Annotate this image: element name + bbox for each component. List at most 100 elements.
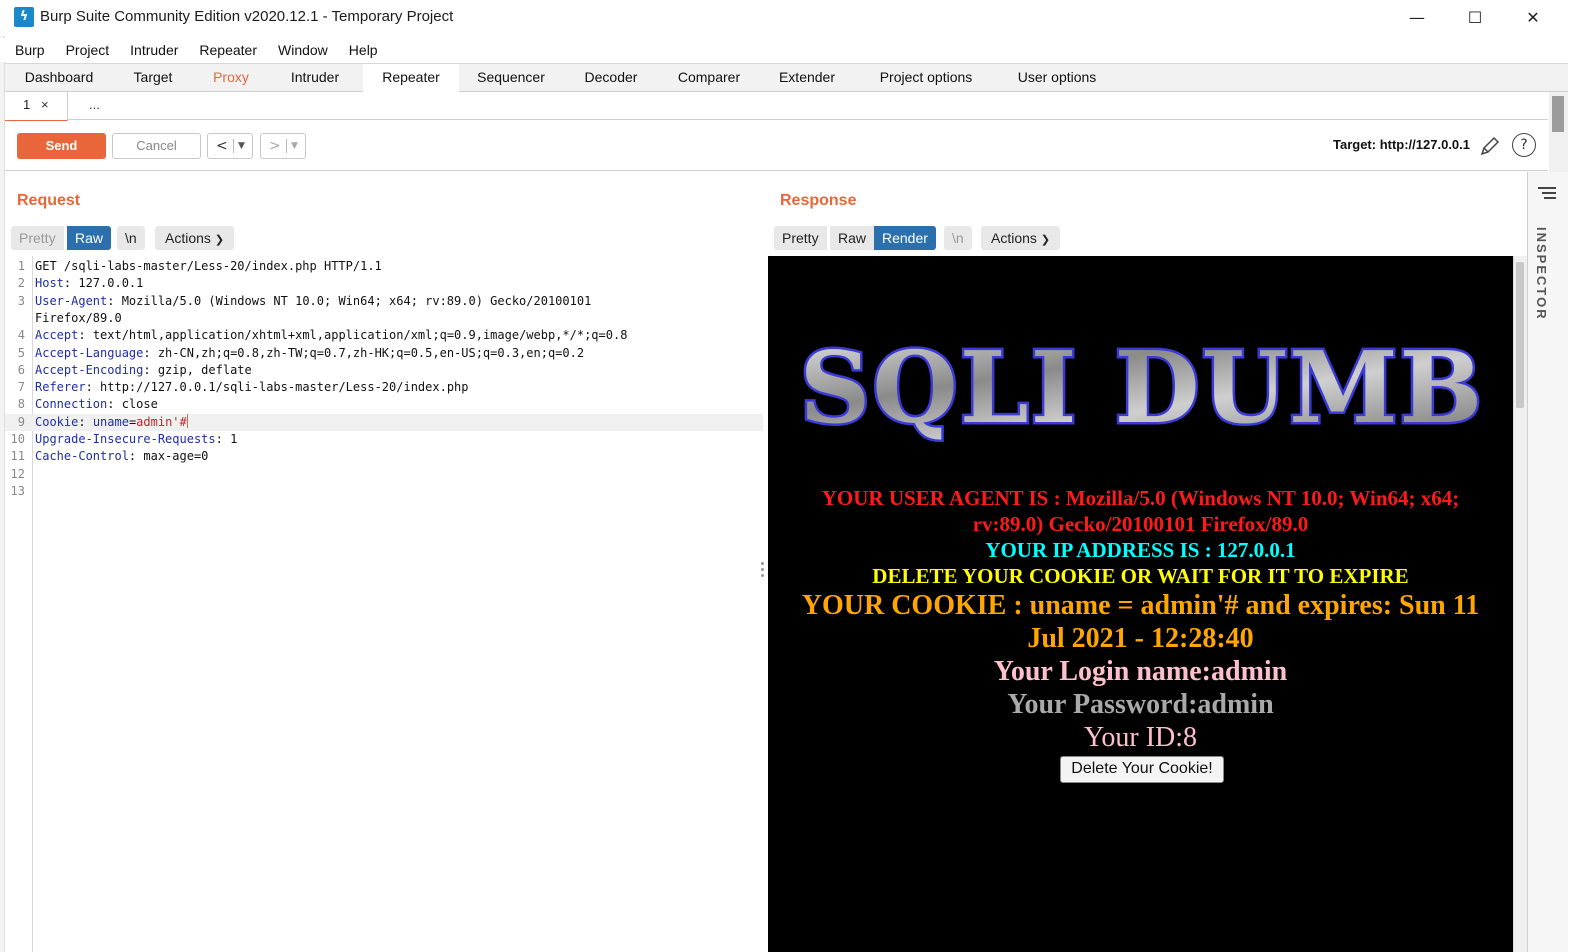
- inspector-panel[interactable]: INSPECTOR: [1527, 172, 1568, 952]
- request-view-raw[interactable]: Raw: [67, 226, 112, 250]
- line-value: gzip, deflate: [157, 362, 252, 377]
- line-text: Cache-Control: max-age=0: [35, 448, 208, 465]
- cancel-button[interactable]: Cancel: [112, 133, 201, 159]
- request-newline-toggle[interactable]: \n: [117, 226, 145, 250]
- repeater-tab-1[interactable]: 1 ×: [5, 92, 68, 122]
- pencil-icon[interactable]: [1478, 134, 1502, 158]
- menu-help[interactable]: Help: [349, 38, 378, 62]
- line-text: Connection: close: [35, 396, 158, 413]
- header-separator: :: [143, 362, 158, 377]
- menu-bar: Burp Project Intruder Repeater Window Help: [0, 38, 1568, 62]
- line-text: GET /sqli-labs-master/Less-20/index.php …: [35, 258, 382, 275]
- response-newline-toggle[interactable]: \n: [944, 226, 972, 250]
- back-arrow-icon: <: [216, 138, 228, 154]
- line-value: 127.0.0.1: [78, 276, 144, 291]
- line-number: 4: [17, 328, 25, 343]
- request-title: Request: [17, 192, 81, 209]
- line-number: 13: [10, 483, 25, 498]
- tab-dashboard[interactable]: Dashboard: [5, 64, 113, 92]
- line-value: Firefox/89.0: [35, 310, 122, 325]
- menu-intruder[interactable]: Intruder: [130, 38, 178, 62]
- ip-address-line: YOUR IP ADDRESS IS : 127.0.0.1: [985, 538, 1296, 562]
- inspector-label[interactable]: INSPECTOR: [1534, 227, 1549, 321]
- line-text: Referer: http://127.0.0.1/sqli-labs-mast…: [35, 379, 469, 396]
- line-number: 9: [17, 414, 25, 429]
- actions-label: Actions: [165, 230, 211, 246]
- line-number: 2: [17, 276, 25, 291]
- repeater-tab-bar: 1 × ...: [5, 92, 1548, 122]
- line-value: http://127.0.0.1/sqli-labs-master/Less-2…: [100, 380, 469, 395]
- line-text: Accept-Language: zh-CN,zh;q=0.8,zh-TW;q=…: [35, 345, 584, 362]
- tab-extender[interactable]: Extender: [761, 64, 853, 92]
- response-view-render[interactable]: Render: [874, 226, 936, 250]
- minimize-button[interactable]: —: [1394, 4, 1440, 32]
- response-title: Response: [780, 192, 857, 209]
- request-line: 1 GET /sqli-labs-master/Less-20/index.php…: [5, 258, 763, 275]
- pane-splitter[interactable]: [760, 560, 766, 584]
- line-text: Upgrade-Insecure-Requests: 1: [35, 431, 237, 448]
- cookie-line-2: Jul 2021 - 12:28:40: [1027, 623, 1254, 654]
- new-tab-button[interactable]: ...: [89, 92, 119, 120]
- window-scrollbar[interactable]: [1549, 92, 1568, 172]
- header-name: Host: [35, 276, 64, 291]
- window-title: Burp Suite Community Edition v2020.12.1 …: [40, 8, 454, 25]
- response-view-pretty[interactable]: Pretty: [774, 226, 827, 250]
- response-view-raw[interactable]: Raw: [830, 226, 875, 250]
- menu-burp[interactable]: Burp: [15, 38, 45, 62]
- line-number: 5: [17, 345, 25, 360]
- request-line: 4 Accept: text/html,application/xhtml+xml…: [5, 327, 763, 344]
- login-name-line: Your Login name:admin: [993, 656, 1288, 687]
- response-actions-button[interactable]: Actions ❯: [981, 226, 1061, 250]
- scrollbar-thumb[interactable]: [1516, 262, 1524, 408]
- close-window-button[interactable]: ✕: [1510, 4, 1556, 32]
- menu-repeater[interactable]: Repeater: [199, 38, 257, 62]
- line-value: 1: [230, 432, 238, 446]
- tab-comparer[interactable]: Comparer: [661, 64, 757, 92]
- tab-decoder[interactable]: Decoder: [565, 64, 657, 92]
- request-line: 6 Accept-Encoding: gzip, deflate: [5, 362, 763, 379]
- forward-arrow-icon: >: [269, 138, 281, 154]
- sqli-dumb-logo: SQLI DUMB: [797, 329, 1485, 447]
- hamburger-menu-icon[interactable]: [1538, 186, 1558, 204]
- chevron-down-icon: ❯: [214, 234, 225, 246]
- history-back-button[interactable]: < ▼: [207, 133, 253, 159]
- delete-cookie-button[interactable]: Delete Your Cookie!: [1060, 756, 1224, 783]
- title-bar: ϟ Burp Suite Community Edition v2020.12.…: [0, 0, 1568, 36]
- tab-target[interactable]: Target: [113, 64, 193, 92]
- tab-user-options[interactable]: User options: [999, 64, 1115, 92]
- chevron-down-icon: ❯: [1040, 234, 1051, 246]
- request-actions-button[interactable]: Actions ❯: [155, 226, 235, 250]
- tab-repeater[interactable]: Repeater: [363, 64, 459, 94]
- menu-window[interactable]: Window: [278, 38, 328, 62]
- request-pane: Request Pretty Raw \n Actions ❯ 1 GET /sq…: [5, 172, 763, 952]
- response-scrollbar[interactable]: [1513, 256, 1527, 952]
- request-editor[interactable]: 1 GET /sqli-labs-master/Less-20/index.php…: [5, 256, 763, 952]
- header-separator: :: [78, 328, 93, 343]
- header-separator: :: [78, 414, 93, 429]
- line-number: 11: [10, 449, 25, 464]
- header-name: User-Agent: [35, 293, 108, 308]
- chevron-down-icon: ▼: [291, 141, 298, 151]
- tab-intruder[interactable]: Intruder: [269, 64, 361, 92]
- menu-project[interactable]: Project: [66, 38, 110, 62]
- request-line: 11 Cache-Control: max-age=0: [5, 448, 763, 465]
- history-forward-button[interactable]: > ▼: [260, 133, 306, 159]
- request-view-pretty[interactable]: Pretty: [11, 226, 64, 250]
- close-tab-icon[interactable]: ×: [41, 92, 49, 118]
- main-tab-bar: Dashboard Target Proxy Intruder Repeater…: [5, 63, 1568, 94]
- maximize-button[interactable]: ☐: [1452, 4, 1498, 32]
- tab-sequencer[interactable]: Sequencer: [461, 64, 561, 92]
- scrollbar-thumb[interactable]: [1552, 96, 1564, 132]
- header-separator: :: [107, 293, 122, 308]
- tab-proxy[interactable]: Proxy: [193, 64, 269, 92]
- cookie-value: admin'#: [136, 414, 187, 429]
- divider: [286, 139, 287, 153]
- line-number: 6: [17, 362, 25, 377]
- user-id-line: Your ID:8: [1083, 722, 1198, 753]
- divider: [233, 139, 234, 153]
- tab-project-options[interactable]: Project options: [857, 64, 995, 92]
- repeater-tab-label: 1: [23, 97, 31, 112]
- send-button[interactable]: Send: [17, 133, 106, 159]
- help-icon[interactable]: ?: [1512, 133, 1536, 157]
- header-separator: :: [85, 380, 101, 395]
